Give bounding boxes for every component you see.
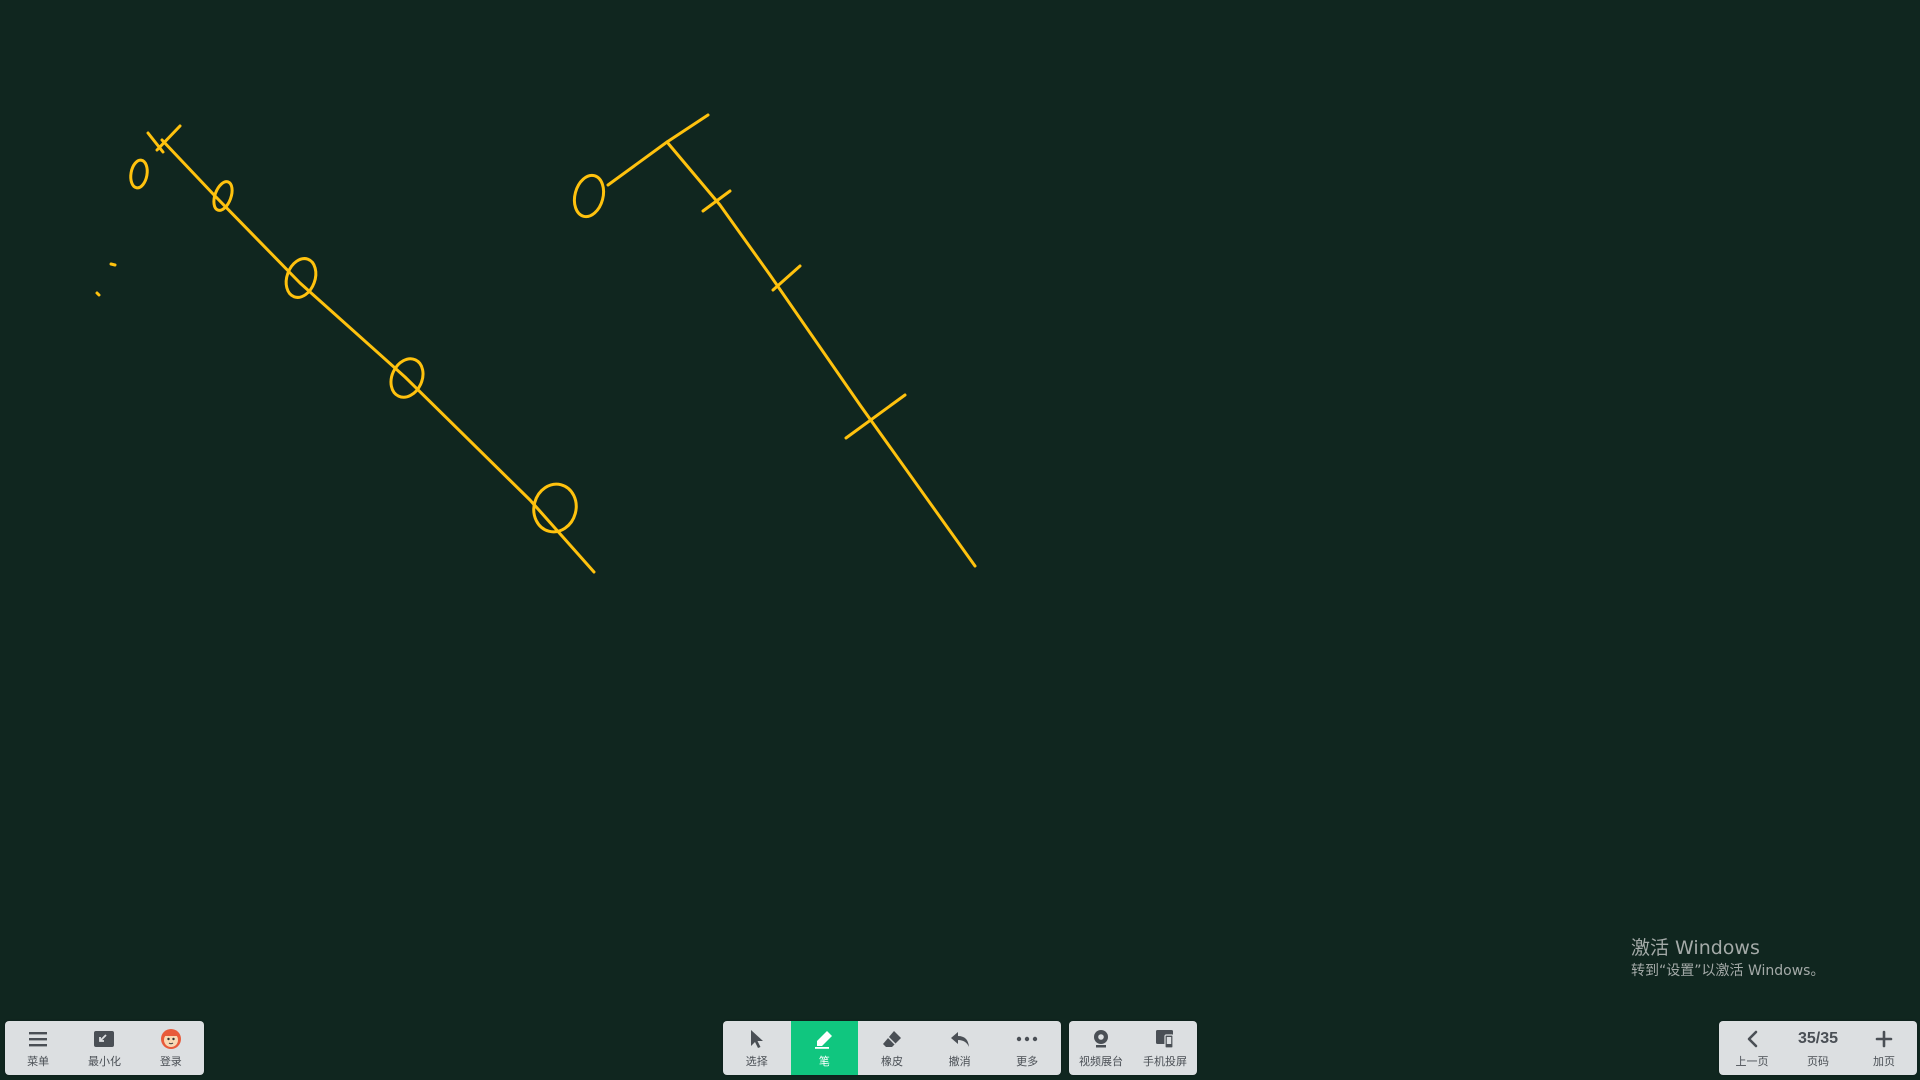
eraser-tool-button[interactable]: 橡皮 xyxy=(858,1021,926,1075)
select-tool-button[interactable]: 选择 xyxy=(723,1021,791,1075)
add-page-label: 加页 xyxy=(1873,1054,1895,1068)
video-booth-label: 视频展台 xyxy=(1079,1054,1123,1068)
select-tool-label: 选择 xyxy=(745,1054,768,1068)
page-number-label: 页码 xyxy=(1807,1054,1829,1068)
page-counter: 35/35 xyxy=(1797,1029,1839,1047)
plus-icon xyxy=(1873,1028,1895,1050)
eraser-tool-label: 橡皮 xyxy=(880,1054,903,1068)
previous-page-button[interactable]: 上一页 xyxy=(1719,1021,1785,1075)
cursor-arrow-icon xyxy=(746,1028,768,1050)
phone-cast-label: 手机投屏 xyxy=(1143,1054,1187,1068)
more-label: 更多 xyxy=(1016,1054,1039,1068)
minimize-label: 最小化 xyxy=(87,1054,121,1068)
minimize-button[interactable]: 最小化 xyxy=(71,1021,137,1075)
ink-stroke-left-tick xyxy=(146,131,165,154)
chevron-left-icon xyxy=(1741,1028,1763,1050)
drawing-toolbar: 选择 笔 橡皮 撤消 更多 xyxy=(723,1021,1061,1075)
watermark-title: 激活 Windows xyxy=(1631,937,1760,959)
video-booth-button[interactable]: 视频展台 xyxy=(1069,1021,1133,1075)
ink-stroke-right-tick-1 xyxy=(701,189,732,213)
ink-stroke-left-circle-0 xyxy=(129,158,149,190)
page-number-button[interactable]: 35/35 页码 xyxy=(1785,1021,1851,1075)
pen-tool-label: 笔 xyxy=(818,1054,830,1068)
minimize-icon xyxy=(93,1028,115,1050)
pen-tool-button[interactable]: 笔 xyxy=(790,1021,859,1075)
windows-activation-watermark: 激活 Windows 转到“设置”以激活 Windows。 xyxy=(1631,936,1824,982)
login-button[interactable]: 登录 xyxy=(138,1021,204,1075)
menu-label: 菜单 xyxy=(27,1054,50,1068)
left-toolbar: 菜单 最小化 登录 xyxy=(5,1021,204,1075)
ink-stroke-left-circle-1 xyxy=(212,180,234,212)
more-button[interactable]: 更多 xyxy=(993,1021,1061,1075)
more-dots-icon xyxy=(1016,1028,1038,1050)
watermark-subtitle: 转到“设置”以激活 Windows。 xyxy=(1631,963,1825,979)
pen-icon xyxy=(813,1028,835,1050)
ink-stroke-dot-1 xyxy=(109,262,117,267)
phone-cast-icon xyxy=(1154,1028,1176,1050)
undo-button[interactable]: 撤消 xyxy=(926,1021,994,1075)
whiteboard-canvas[interactable] xyxy=(0,0,1920,1080)
ink-stroke-right-tick-2 xyxy=(771,264,802,292)
previous-page-label: 上一页 xyxy=(1735,1054,1769,1068)
avatar-icon xyxy=(160,1028,182,1050)
ink-stroke-right-circle xyxy=(572,173,606,219)
add-page-button[interactable]: 加页 xyxy=(1851,1021,1917,1075)
undo-label: 撤消 xyxy=(948,1054,971,1068)
menu-button[interactable]: 菜单 xyxy=(5,1021,71,1075)
undo-icon xyxy=(949,1028,971,1050)
hamburger-menu-icon xyxy=(27,1028,49,1050)
ink-stroke-dot-2 xyxy=(95,291,101,297)
ink-stroke-right-tick-3 xyxy=(844,393,907,440)
ink-stroke-right-main-line xyxy=(665,140,977,568)
webcam-icon xyxy=(1090,1028,1112,1050)
login-label: 登录 xyxy=(159,1054,182,1068)
page-toolbar: 上一页 35/35 页码 加页 xyxy=(1719,1021,1917,1075)
eraser-icon xyxy=(881,1028,903,1050)
media-toolbar: 视频展台 手机投屏 xyxy=(1069,1021,1197,1075)
phone-cast-button[interactable]: 手机投屏 xyxy=(1133,1021,1197,1075)
